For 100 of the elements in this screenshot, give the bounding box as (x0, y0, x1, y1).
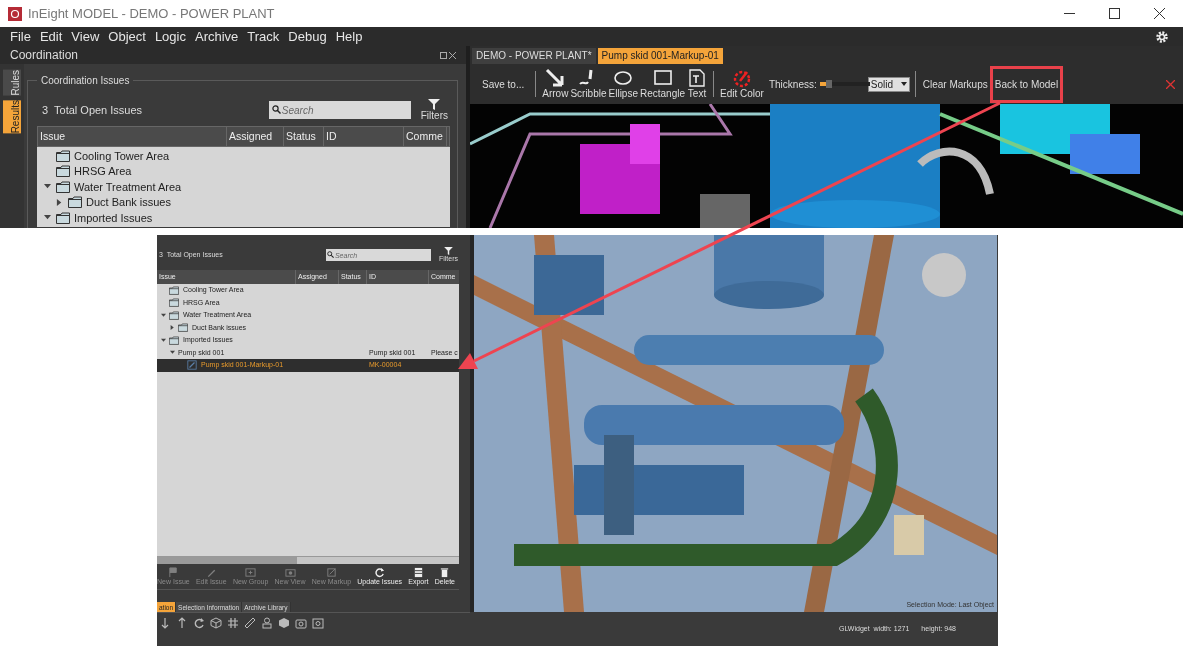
menu-item[interactable]: View (71, 26, 100, 47)
filters-label: Filters (420, 110, 448, 121)
down-arrow-icon[interactable] (159, 617, 171, 629)
folder-icon (56, 180, 70, 193)
folder-icon (169, 335, 179, 345)
rectangle-icon (652, 68, 673, 88)
markup-icon (187, 360, 197, 371)
tool-button[interactable]: Text (687, 68, 707, 100)
app-logo-icon (8, 6, 22, 21)
tool-button[interactable]: Ellipse (608, 68, 638, 100)
ruler-icon[interactable] (244, 617, 256, 629)
line-style-dropdown[interactable]: Solid (867, 76, 910, 92)
expanded-caret-icon[interactable] (161, 312, 166, 318)
column-header[interactable]: ID (324, 127, 404, 146)
tool-button[interactable]: Rectangle (640, 68, 685, 100)
tool-label: Ellipse (608, 88, 638, 100)
expanded-caret-icon[interactable] (161, 337, 166, 343)
filter-icon (428, 99, 441, 110)
text-document-icon (687, 68, 707, 88)
folder-icon (56, 149, 70, 162)
tool-button[interactable]: Scribble (570, 68, 607, 100)
window-title: InEight MODEL - DEMO - POWER PLANT (28, 4, 275, 23)
folder-icon (68, 196, 82, 209)
refresh-icon[interactable] (193, 617, 205, 629)
person-icon[interactable] (261, 617, 273, 629)
column-header[interactable]: Assigned (227, 127, 284, 146)
folder-icon (178, 323, 188, 333)
tool-label: Text (687, 88, 707, 100)
back-to-model-button[interactable]: Back to Model (994, 76, 1059, 92)
menu-item[interactable]: Logic (154, 26, 186, 47)
save-to-button[interactable]: Save to... (482, 76, 525, 92)
folder-icon (169, 285, 179, 295)
filter-icon (443, 247, 453, 255)
tree-item-label[interactable]: Cooling Tower Area (74, 147, 170, 164)
expanded-caret-icon[interactable] (44, 183, 51, 191)
tree-item-label[interactable]: Water Treatment Area (74, 178, 182, 195)
color-picker-icon (731, 68, 752, 88)
splitter[interactable] (470, 235, 474, 612)
folder-icon (56, 211, 70, 224)
horizontal-scrollbar[interactable] (157, 556, 459, 564)
folder-icon (169, 298, 179, 308)
folder-icon (169, 310, 179, 320)
menu-item[interactable]: Debug (288, 26, 327, 47)
maximize-icon[interactable] (1109, 8, 1120, 19)
tool-label: Edit Color (720, 88, 764, 100)
up-arrow-icon[interactable] (176, 617, 188, 629)
tool-label: Scribble (570, 88, 607, 100)
tool-label: Arrow (542, 88, 569, 100)
column-header[interactable]: Issue (38, 127, 227, 146)
arrow-icon (545, 68, 566, 88)
pencil-icon (205, 567, 217, 578)
side-tab[interactable]: Rules (3, 70, 21, 96)
menu-item[interactable]: Track (247, 26, 280, 47)
ellipse-icon (613, 68, 634, 88)
markup-icon (325, 567, 337, 578)
menu-item[interactable]: File (10, 26, 31, 47)
folder-icon (56, 165, 70, 178)
tree-item-label[interactable]: Imported Issues (74, 209, 153, 226)
search-icon (326, 251, 334, 258)
folder-icon (245, 567, 257, 578)
cube-icon[interactable] (278, 617, 290, 629)
float-icon[interactable] (440, 51, 447, 59)
expanded-caret-icon[interactable] (44, 214, 51, 222)
document-tab[interactable]: DEMO - POWER PLANT* (472, 48, 596, 64)
panel-title: Coordination (10, 47, 79, 64)
filters-button[interactable]: Filters (420, 99, 448, 121)
thickness-label: Thickness: (768, 77, 817, 92)
menu-item[interactable]: Help (335, 26, 363, 47)
spreadsheet-icon (412, 567, 424, 578)
tool-button[interactable]: Arrow (542, 68, 569, 100)
menu-item[interactable]: Edit (39, 26, 63, 47)
document-tab[interactable]: Pump skid 001-Markup-01 (597, 48, 723, 64)
column-header[interactable]: Comme (404, 127, 447, 146)
settings-icon[interactable] (1155, 29, 1169, 44)
tool-button[interactable]: Edit Color (720, 68, 764, 100)
camera-frame-icon[interactable] (312, 617, 324, 629)
expanded-caret-icon[interactable] (170, 350, 175, 356)
issue-count: 3 Total Open Issues (42, 102, 143, 118)
side-tab[interactable]: Results (3, 99, 21, 133)
collapsed-caret-icon[interactable] (170, 325, 175, 331)
tree-item-label[interactable]: HRSG Area (74, 163, 132, 180)
refresh-icon (374, 567, 386, 578)
collapsed-caret-icon[interactable] (56, 198, 63, 206)
trash-icon (439, 567, 451, 578)
search-icon (271, 105, 281, 114)
close-icon[interactable] (1154, 8, 1165, 19)
camera-icon (284, 567, 296, 578)
menu-item[interactable]: Object (108, 26, 146, 47)
flag-icon (167, 567, 179, 578)
cube-outline-icon[interactable] (210, 617, 222, 629)
tree-item-label[interactable]: Duct Bank issues (86, 194, 171, 211)
search-field[interactable]: Search (268, 101, 411, 119)
camera-icon[interactable] (295, 617, 307, 629)
grid-icon[interactable] (227, 617, 239, 629)
close-icon[interactable] (449, 51, 456, 59)
column-header[interactable]: Status (284, 127, 324, 146)
dropdown-caret-icon (900, 82, 907, 86)
clear-markups-button[interactable]: Clear Markups (922, 76, 988, 92)
menu-item[interactable]: Archive (194, 26, 239, 47)
tool-label: Rectangle (640, 88, 685, 100)
